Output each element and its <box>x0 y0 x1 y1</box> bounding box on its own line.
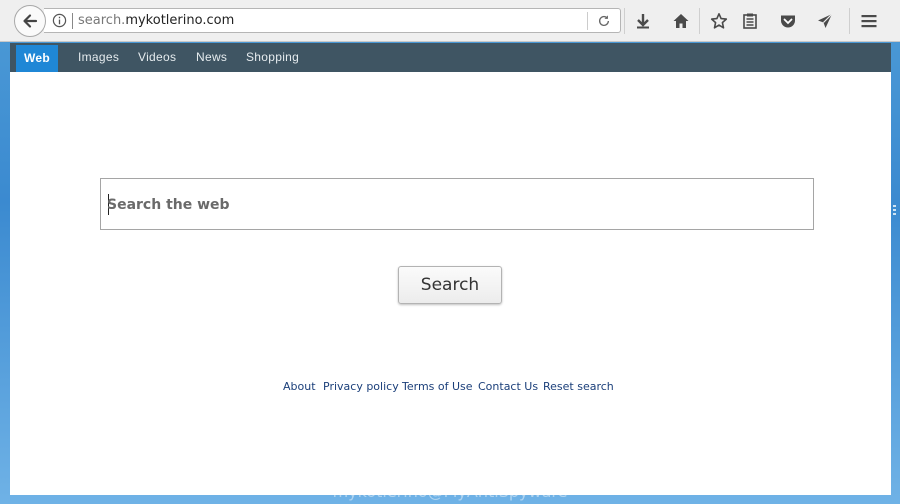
url-prefix: search. <box>78 13 126 28</box>
footer-link-reset-search[interactable]: Reset search <box>543 380 614 393</box>
reload-icon[interactable] <box>597 14 611 28</box>
download-icon[interactable] <box>633 11 653 31</box>
toolbar-separator <box>849 8 850 34</box>
nav-tab-web[interactable]: Web <box>16 45 59 72</box>
nav-tab-videos[interactable]: Videos <box>138 43 176 72</box>
window-resize-grip[interactable] <box>893 205 896 215</box>
url-domain: mykotlerino.com <box>125 13 235 28</box>
address-bar[interactable]: search.mykotlerino.com <box>44 8 621 33</box>
nav-tab-images[interactable]: Images <box>78 43 119 72</box>
send-icon[interactable] <box>815 11 835 31</box>
nav-tab-shopping[interactable]: Shopping <box>246 43 299 72</box>
web-page: Web Images Videos News Shopping Search A… <box>10 43 891 495</box>
url-separator <box>72 13 73 29</box>
star-icon[interactable] <box>709 11 729 31</box>
pocket-icon[interactable] <box>778 11 798 31</box>
reload-separator <box>587 12 588 30</box>
back-button[interactable] <box>14 5 46 37</box>
toolbar-separator <box>624 8 625 34</box>
footer-link-privacy-policy[interactable]: Privacy policy <box>323 380 399 393</box>
footer-links: About Privacy policy Terms of Use Contac… <box>10 380 891 396</box>
search-category-navbar: Web Images Videos News Shopping <box>10 43 891 72</box>
toolbar-separator <box>699 8 700 34</box>
back-arrow-icon <box>23 14 38 28</box>
search-input[interactable] <box>107 193 797 217</box>
search-button[interactable]: Search <box>398 266 502 304</box>
home-icon[interactable] <box>671 11 691 31</box>
hamburger-menu-icon[interactable] <box>859 11 879 31</box>
footer-link-contact-us[interactable]: Contact Us <box>478 380 538 393</box>
footer-link-terms-of-use[interactable]: Terms of Use <box>402 380 473 393</box>
browser-toolbar: search.mykotlerino.com <box>0 0 900 42</box>
info-icon[interactable] <box>52 13 67 28</box>
search-box <box>100 178 814 230</box>
url-text[interactable]: search.mykotlerino.com <box>78 13 234 28</box>
nav-tab-news[interactable]: News <box>196 43 227 72</box>
footer-link-about[interactable]: About <box>283 380 316 393</box>
reading-list-icon[interactable] <box>740 11 760 31</box>
watermark-text: mykotlerino@MyAntiSpyware <box>332 482 568 501</box>
